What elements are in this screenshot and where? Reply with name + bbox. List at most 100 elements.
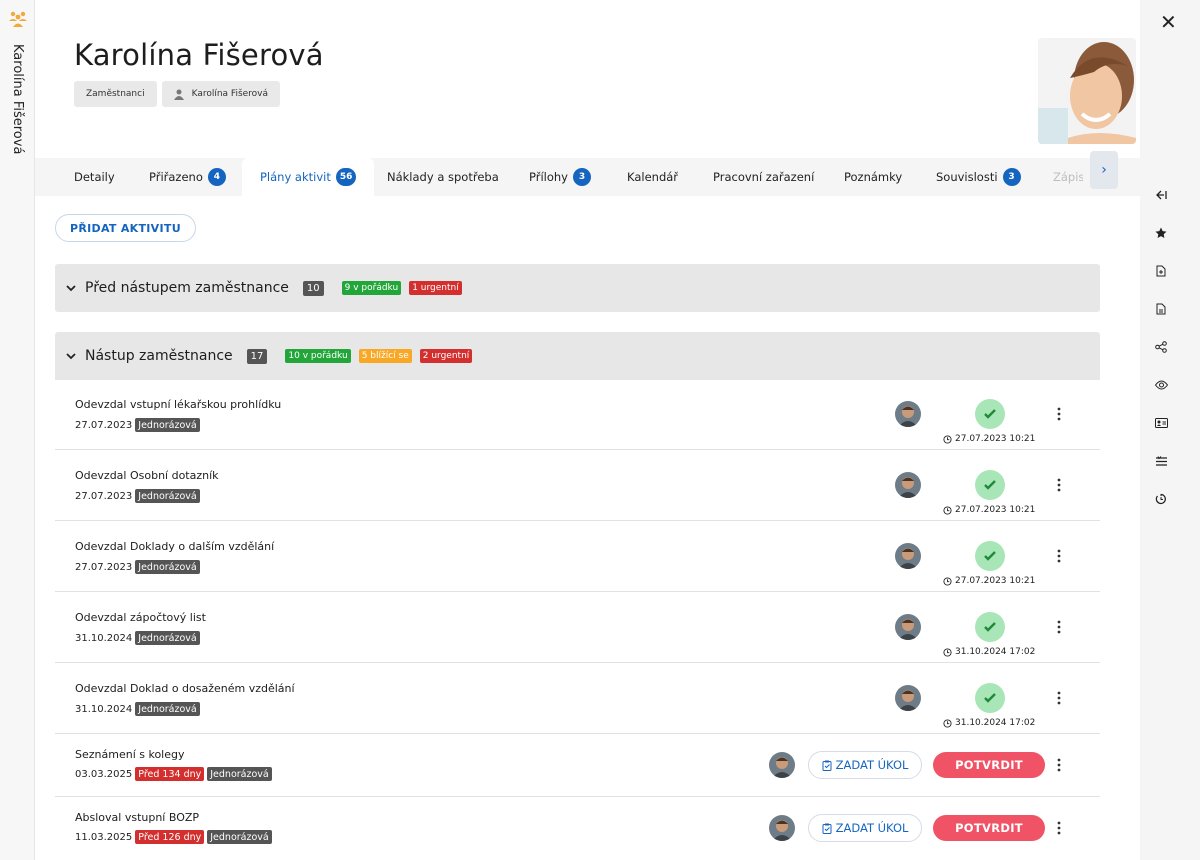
list-item[interactable]: Odevzdal zápočtový list 31.10.2024 Jedno… xyxy=(55,592,1100,663)
breadcrumb-person[interactable]: Karolína Fišerová xyxy=(161,81,281,107)
clock-icon xyxy=(943,505,952,515)
tab-job-assignment[interactable]: Pracovní zařazení xyxy=(713,158,814,196)
more-vert-icon[interactable] xyxy=(1054,406,1064,422)
completed-time-text: 27.07.2023 10:21 xyxy=(955,576,1036,586)
chevron-right-icon: › xyxy=(1101,162,1107,178)
breadcrumb-label: Karolína Fišerová xyxy=(191,89,269,99)
breadcrumb-employees[interactable]: Zaměstnanci xyxy=(74,81,157,107)
people-group-icon[interactable] xyxy=(8,10,28,28)
activity-name: Odevzdal Doklad o dosaženém vzdělání xyxy=(75,682,295,695)
avatar[interactable] xyxy=(895,401,921,427)
chevron-down-icon xyxy=(66,353,76,360)
overdue-tag: Před 134 dny xyxy=(135,767,205,781)
left-rail: Karolína Fišerová xyxy=(0,0,35,860)
list-item[interactable]: Odevzdal Doklad o dosaženém vzdělání 31.… xyxy=(55,663,1100,734)
activity-meta: 03.03.2025 Před 134 dny Jednorázová xyxy=(75,767,272,781)
list-item[interactable]: Odevzdal Osobní dotazník 27.07.2023 Jedn… xyxy=(55,450,1100,521)
tab-label: Přílohy xyxy=(529,170,568,184)
confirm-button[interactable]: POTVRDIT xyxy=(933,815,1045,841)
activity-name: Odevzdal vstupní lékařskou prohlídku xyxy=(75,398,282,411)
tab-costs[interactable]: Náklady a spotřeba xyxy=(387,158,499,196)
assign-task-button[interactable]: ZADAT ÚKOL xyxy=(808,814,922,842)
completed-check-icon xyxy=(975,470,1005,500)
section-pre-onboarding[interactable]: Před nástupem zaměstnance 10 9 v pořádku… xyxy=(55,264,1100,312)
tab-count-badge: 4 xyxy=(207,168,226,186)
list-item[interactable]: Odevzdal Doklady o dalším vzdělání 27.07… xyxy=(55,521,1100,592)
clock-icon xyxy=(943,434,952,444)
completed-timestamp: 27.07.2023 10:21 xyxy=(943,434,1035,444)
completed-time-text: 31.10.2024 17:02 xyxy=(955,647,1036,657)
tab-attachments[interactable]: Přílohy 3 xyxy=(529,158,591,196)
activity-date: 11.03.2025 xyxy=(75,831,133,843)
recurrence-tag: Jednorázová xyxy=(207,767,272,781)
avatar[interactable] xyxy=(895,543,921,569)
recurrence-tag: Jednorázová xyxy=(135,489,200,503)
activity-date: 31.10.2024 xyxy=(75,703,133,715)
activity-name: Odevzdal Doklady o dalším vzdělání xyxy=(75,540,275,553)
breadcrumb: Zaměstnanci Karolína Fišerová xyxy=(74,81,281,107)
tabs-scroll-right-button[interactable]: › xyxy=(1090,151,1118,189)
list-item[interactable]: Seznámení s kolegy 03.03.2025 Před 134 d… xyxy=(55,734,1100,797)
tab-label: Přiřazeno xyxy=(149,170,203,184)
more-vert-icon[interactable] xyxy=(1054,757,1064,773)
more-vert-icon[interactable] xyxy=(1054,477,1064,493)
recurrence-tag: Jednorázová xyxy=(135,418,200,432)
eye-icon[interactable] xyxy=(1150,366,1172,404)
avatar[interactable] xyxy=(769,752,795,778)
recurrence-tag: Jednorázová xyxy=(135,631,200,645)
breadcrumb-label: Zaměstnanci xyxy=(86,89,145,99)
activity-meta: 27.07.2023 Jednorázová xyxy=(75,489,200,503)
completed-timestamp: 31.10.2024 17:02 xyxy=(943,647,1035,657)
completed-timestamp: 27.07.2023 10:21 xyxy=(943,576,1035,586)
list-item[interactable]: Odevzdal vstupní lékařskou prohlídku 27.… xyxy=(55,379,1100,450)
tab-details[interactable]: Detaily xyxy=(74,158,115,196)
tab-label: Plány aktivit xyxy=(260,170,331,184)
avatar[interactable] xyxy=(895,685,921,711)
tab-label: Zápis xyxy=(1053,170,1083,184)
list-item[interactable]: Absloval vstupní BOZP 11.03.2025 Před 12… xyxy=(55,797,1100,860)
section-onboarding[interactable]: Nástup zaměstnance 17 10 v pořádku 5 blí… xyxy=(55,332,1100,380)
activity-name: Odevzdal zápočtový list xyxy=(75,611,206,624)
tab-activity-plans[interactable]: Plány aktivit 56 xyxy=(242,158,375,196)
star-icon[interactable] xyxy=(1150,214,1172,252)
tab-log[interactable]: Zápis xyxy=(1053,158,1083,196)
avatar[interactable] xyxy=(769,815,795,841)
avatar[interactable] xyxy=(895,472,921,498)
more-vert-icon[interactable] xyxy=(1054,690,1064,706)
status-urgent-badge: 1 urgentní xyxy=(409,281,462,295)
overdue-tag: Před 126 dny xyxy=(135,830,205,844)
completed-timestamp: 27.07.2023 10:21 xyxy=(943,505,1035,515)
document-add-icon[interactable] xyxy=(1150,252,1172,290)
id-card-icon[interactable] xyxy=(1150,404,1172,442)
activity-name: Seznámení s kolegy xyxy=(75,748,185,761)
tab-notes[interactable]: Poznámky xyxy=(844,158,902,196)
recurrence-tag: Jednorázová xyxy=(207,830,272,844)
activity-meta: 27.07.2023 Jednorázová xyxy=(75,560,200,574)
avatar[interactable] xyxy=(895,614,921,640)
collapse-left-icon[interactable] xyxy=(1150,176,1172,214)
confirm-button[interactable]: POTVRDIT xyxy=(933,752,1045,778)
share-icon[interactable] xyxy=(1150,328,1172,366)
tab-calendar[interactable]: Kalendář xyxy=(627,158,678,196)
activity-date: 27.07.2023 xyxy=(75,561,133,573)
more-vert-icon[interactable] xyxy=(1054,820,1064,836)
activity-meta: 11.03.2025 Před 126 dny Jednorázová xyxy=(75,830,272,844)
close-icon[interactable]: ✕ xyxy=(1160,10,1177,34)
history-icon[interactable] xyxy=(1150,480,1172,518)
completed-check-icon xyxy=(975,612,1005,642)
add-activity-button[interactable]: PŘIDAT AKTIVITU xyxy=(55,214,196,242)
page-title: Karolína Fišerová xyxy=(74,38,324,72)
tab-label: Pracovní zařazení xyxy=(713,170,815,184)
section-title: Před nástupem zaměstnance xyxy=(85,280,289,296)
checklist-icon[interactable] xyxy=(1150,442,1172,480)
tab-bar: Detaily Přiřazeno 4 Plány aktivit 56 Nák… xyxy=(35,158,1140,196)
tab-label: Náklady a spotřeba xyxy=(387,170,499,184)
tab-assigned[interactable]: Přiřazeno 4 xyxy=(149,158,226,196)
activity-date: 03.03.2025 xyxy=(75,768,133,780)
document-icon[interactable] xyxy=(1150,290,1172,328)
more-vert-icon[interactable] xyxy=(1054,548,1064,564)
assign-task-button[interactable]: ZADAT ÚKOL xyxy=(808,751,922,779)
more-vert-icon[interactable] xyxy=(1054,619,1064,635)
tab-relations[interactable]: Souvislosti 3 xyxy=(936,158,1021,196)
clock-icon xyxy=(943,718,952,728)
